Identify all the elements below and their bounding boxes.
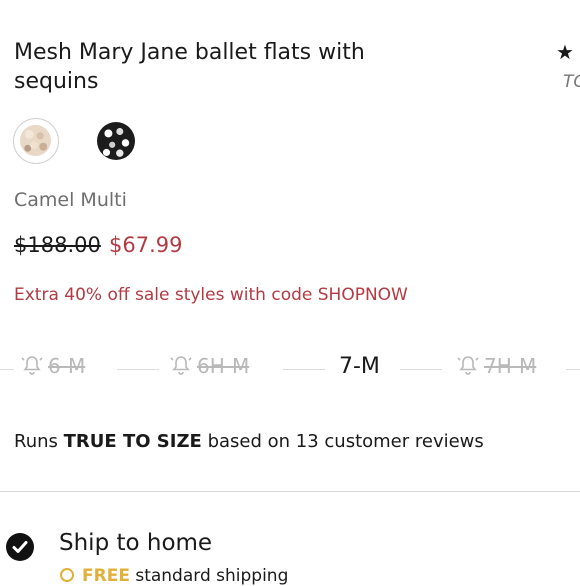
size-label: 7H-M [484, 354, 537, 378]
ship-to-home-label[interactable]: Ship to home [59, 530, 212, 556]
rating-star-icon[interactable]: ★ [556, 40, 574, 64]
size-divider [0, 369, 14, 370]
shipping-detail: FREE standard shipping [60, 566, 288, 586]
size-option-7h-m[interactable]: 7H-M [455, 354, 536, 381]
fit-suffix: based on 13 customer reviews [207, 431, 484, 452]
size-option-7-m[interactable]: 7-M [339, 354, 380, 379]
size-option-6-m[interactable]: 6-M [19, 354, 85, 381]
fit-summary: Runs TRUE TO SIZE based on 13 customer r… [14, 431, 484, 452]
section-divider [0, 491, 580, 492]
brand-link[interactable]: TC [563, 72, 580, 92]
size-label: 6-M [48, 354, 86, 378]
swatch-black-multi[interactable] [97, 122, 135, 160]
size-divider [566, 369, 580, 370]
selected-color-name: Camel Multi [14, 189, 127, 211]
bell-icon [19, 354, 45, 381]
size-divider [283, 369, 325, 370]
free-label: FREE [82, 566, 130, 586]
swatch-camel-multi-image [20, 125, 51, 156]
original-price: $188.00 [14, 233, 101, 257]
shipping-sub-label: standard shipping [135, 566, 289, 586]
bell-icon [455, 354, 481, 381]
size-label: 6H-M [197, 354, 250, 378]
bell-icon [168, 354, 194, 381]
size-divider [400, 369, 442, 370]
product-title: Mesh Mary Jane ballet flats with sequins [14, 40, 365, 94]
size-label: 7-M [339, 354, 380, 379]
swatch-camel-multi[interactable] [13, 118, 59, 164]
checkmark-icon[interactable] [6, 533, 34, 561]
promo-message: Extra 40% off sale styles with code SHOP… [14, 285, 408, 305]
size-divider [117, 369, 159, 370]
fit-prefix: Runs [14, 431, 58, 452]
sale-price: $67.99 [109, 233, 183, 257]
fit-emphasis: TRUE TO SIZE [63, 431, 202, 452]
size-option-6h-m[interactable]: 6H-M [168, 354, 249, 381]
